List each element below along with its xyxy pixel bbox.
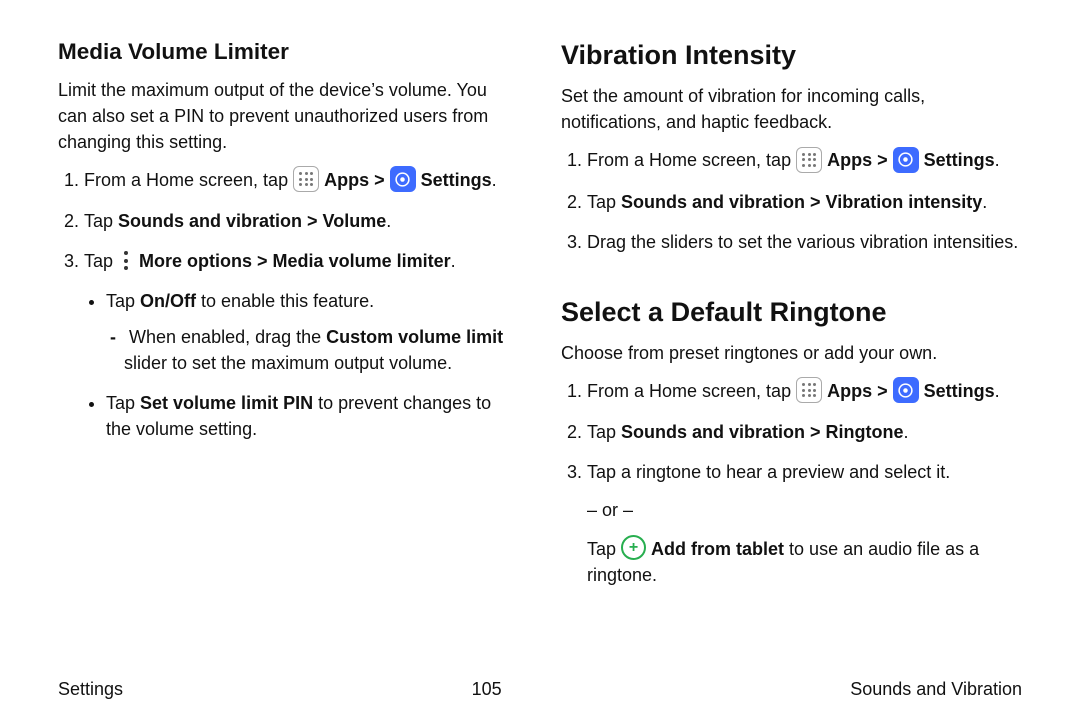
right-column: Vibration Intensity Set the amount of vi… [561,36,1022,602]
vib-steps: From a Home screen, tap Apps > Settings.… [561,147,1022,254]
mvl-dashes: When enabled, drag the Custom volume lim… [106,324,519,376]
footer-left: Settings [58,676,123,702]
ring-step-1: From a Home screen, tap Apps > Settings. [587,378,1022,405]
text: From a Home screen, tap [84,170,293,190]
ring-step-2: Tap Sounds and vibration > Ringtone. [587,419,1022,445]
footer-right: Sounds and Vibration [850,676,1022,702]
text: Tap [587,422,621,442]
ring-step-3: Tap a ringtone to hear a preview and sel… [587,459,1022,588]
or-text: – or – [587,497,1022,523]
text: From a Home screen, tap [587,381,796,401]
apps-label: Apps [827,150,872,170]
mvl-desc: Limit the maximum output of the device’s… [58,77,519,155]
period: . [904,422,909,442]
bold: Set volume limit PIN [140,393,313,413]
apps-icon [796,377,822,403]
footer-page-number: 105 [472,676,502,702]
period: . [451,251,456,271]
mvl-step-3: Tap More options > Media volume limiter.… [84,248,519,442]
apps-icon [796,147,822,173]
vib-step-2: Tap Sounds and vibration > Vibration int… [587,189,1022,215]
mvl-step-1: From a Home screen, tap Apps > Settings. [84,167,519,194]
settings-label: Settings [421,170,492,190]
text: Tap [587,192,621,212]
ring-steps: From a Home screen, tap Apps > Settings.… [561,378,1022,588]
mvl-heading: Media Volume Limiter [58,36,519,69]
mvl-step-2: Tap Sounds and vibration > Volume. [84,208,519,234]
vib-step-1: From a Home screen, tap Apps > Settings. [587,147,1022,174]
text: Tap [106,291,140,311]
add-icon: + [621,535,646,560]
more-options-icon [118,248,134,274]
settings-icon [893,147,919,173]
bold: Custom volume limit [326,327,503,347]
text: When enabled, drag the [129,327,326,347]
text: From a Home screen, tap [587,150,796,170]
content-columns: Media Volume Limiter Limit the maximum o… [58,36,1022,602]
left-column: Media Volume Limiter Limit the maximum o… [58,36,519,602]
bold: More options > Media volume limiter [139,251,451,271]
text: Tap [106,393,140,413]
text: Tap [84,211,118,231]
chevron-right-icon: > [877,381,893,401]
period: . [995,150,1000,170]
period: . [386,211,391,231]
text: to enable this feature. [196,291,374,311]
mvl-bullets: Tap On/Off to enable this feature. When … [84,288,519,442]
mvl-steps: From a Home screen, tap Apps > Settings.… [58,167,519,442]
chevron-right-icon: > [374,170,390,190]
page-footer: Settings 105 Sounds and Vibration [58,676,1022,702]
mvl-dash-1: When enabled, drag the Custom volume lim… [124,324,519,376]
bold: Sounds and vibration > Volume [118,211,386,231]
ring-desc: Choose from preset ringtones or add your… [561,340,1022,366]
settings-icon [390,166,416,192]
settings-label: Settings [924,381,995,401]
apps-icon [293,166,319,192]
text: Tap [84,251,118,271]
bold: On/Off [140,291,196,311]
ring-heading: Select a Default Ringtone [561,293,1022,332]
vib-step-3: Drag the sliders to set the various vibr… [587,229,1022,255]
text: Tap [587,539,621,559]
period: . [492,170,497,190]
text: Tap a ringtone to hear a preview and sel… [587,462,950,482]
period: . [982,192,987,212]
vib-desc: Set the amount of vibration for incoming… [561,83,1022,135]
chevron-right-icon: > [877,150,893,170]
apps-label: Apps [324,170,369,190]
mvl-bullet-2: Tap Set volume limit PIN to prevent chan… [106,390,519,442]
bold: Sounds and vibration > Ringtone [621,422,904,442]
bold: Sounds and vibration > Vibration intensi… [621,192,982,212]
apps-label: Apps [827,381,872,401]
settings-icon [893,377,919,403]
settings-label: Settings [924,150,995,170]
text: slider to set the maximum output volume. [124,353,452,373]
vib-heading: Vibration Intensity [561,36,1022,75]
period: . [995,381,1000,401]
bold: Add from tablet [651,539,784,559]
mvl-bullet-1: Tap On/Off to enable this feature. When … [106,288,519,376]
